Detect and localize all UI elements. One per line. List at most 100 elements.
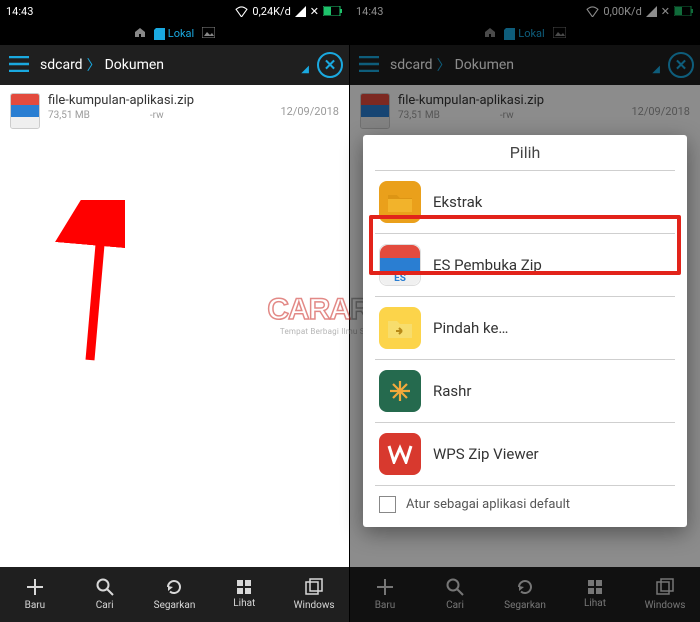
window-tab-bar: Lokal	[350, 22, 700, 45]
es-zip-icon: ES	[379, 244, 421, 286]
picture-icon[interactable]	[202, 27, 215, 41]
nav-search[interactable]: Cari	[70, 567, 140, 622]
nav-label: Lihat	[584, 598, 606, 609]
status-speed: 0,24K/d	[252, 5, 290, 18]
nav-label: Baru	[25, 600, 46, 611]
zip-file-icon	[360, 93, 390, 129]
grid-icon	[588, 580, 602, 594]
nav-label: Baru	[375, 600, 396, 611]
annotation-arrow	[55, 200, 125, 370]
dropdown-triangle-icon[interactable]: ◢	[652, 64, 660, 75]
wifi-icon	[586, 6, 599, 17]
sdcard-icon	[154, 28, 165, 40]
nav-label: Cari	[96, 600, 114, 611]
tab-lokal[interactable]: Lokal	[154, 27, 194, 40]
tab-label: Lokal	[518, 27, 544, 40]
plus-icon: ✕	[310, 5, 319, 18]
nav-label: Cari	[446, 600, 464, 611]
menu-icon[interactable]	[356, 53, 382, 78]
folder-icon	[379, 181, 421, 223]
battery-icon	[323, 6, 343, 16]
file-row[interactable]: file-kumpulan-aplikasi.zip 73,51 MB -rw …	[350, 85, 700, 137]
option-rashr[interactable]: Rashr	[363, 360, 687, 422]
checkbox[interactable]	[379, 496, 396, 513]
set-default-label: Atur sebagai aplikasi default	[406, 497, 570, 512]
file-permissions: -rw	[500, 110, 514, 121]
nav-windows[interactable]: Windows	[279, 567, 349, 622]
window-tab-bar: Lokal	[0, 22, 349, 45]
file-date: 12/09/2018	[631, 105, 690, 118]
file-list: file-kumpulan-aplikasi.zip 73,51 MB -rw …	[0, 85, 349, 567]
set-default-row[interactable]: Atur sebagai aplikasi default	[363, 486, 687, 525]
option-pindah[interactable]: Pindah ke…	[363, 297, 687, 359]
nav-new[interactable]: Baru	[0, 567, 70, 622]
chevron-right-icon: 〉	[437, 55, 451, 75]
tab-lokal[interactable]: Lokal	[504, 27, 544, 40]
nav-new[interactable]: Baru	[350, 567, 420, 622]
close-button[interactable]: ✕	[668, 52, 694, 78]
home-icon[interactable]	[134, 27, 146, 41]
open-with-dialog: Pilih Ekstrak ES ES Pembuka Zip	[363, 135, 687, 527]
nav-label: Segarkan	[504, 600, 546, 611]
app-toolbar: sdcard 〉 Dokumen ◢ ✕	[350, 45, 700, 85]
file-date: 12/09/2018	[280, 105, 339, 118]
signal-icon	[295, 6, 306, 17]
chevron-right-icon: 〉	[87, 55, 101, 75]
menu-icon[interactable]	[6, 53, 32, 78]
status-bar: 14:43 0,24K/d ✕	[0, 0, 349, 22]
option-es-zip[interactable]: ES ES Pembuka Zip	[363, 234, 687, 296]
rashr-icon	[379, 370, 421, 412]
option-ekstrak[interactable]: Ekstrak	[363, 171, 687, 233]
breadcrumb-current[interactable]: Dokumen	[105, 57, 164, 73]
file-permissions: -rw	[150, 110, 164, 121]
screenshot-right: 14:43 0,00K/d ✕ Lokal sdcard 〉	[350, 0, 700, 622]
nav-view[interactable]: Lihat	[560, 567, 630, 622]
status-time: 14:43	[356, 5, 383, 18]
dropdown-triangle-icon[interactable]: ◢	[301, 64, 309, 75]
nav-search[interactable]: Cari	[420, 567, 490, 622]
nav-windows[interactable]: Windows	[630, 567, 700, 622]
file-row[interactable]: file-kumpulan-aplikasi.zip 73,51 MB -rw …	[0, 85, 349, 137]
home-icon[interactable]	[484, 27, 496, 41]
status-time: 14:43	[6, 5, 33, 18]
battery-icon	[674, 6, 694, 16]
screenshot-left: 14:43 0,24K/d ✕ Lokal sdcard 〉	[0, 0, 350, 622]
plus-icon: ✕	[661, 5, 670, 18]
option-wps[interactable]: WPS Zip Viewer	[363, 423, 687, 485]
file-size: 73,51 MB	[48, 110, 90, 121]
nav-label: Windows	[645, 600, 686, 611]
status-speed: 0,00K/d	[603, 5, 641, 18]
option-label: ES Pembuka Zip	[433, 256, 542, 274]
status-bar: 14:43 0,00K/d ✕	[350, 0, 700, 22]
option-label: Rashr	[433, 382, 472, 400]
nav-label: Windows	[294, 600, 335, 611]
breadcrumb-root[interactable]: sdcard	[40, 57, 83, 73]
nav-view[interactable]: Lihat	[209, 567, 279, 622]
option-label: Ekstrak	[433, 193, 482, 211]
nav-refresh[interactable]: Segarkan	[140, 567, 210, 622]
move-icon	[379, 307, 421, 349]
zip-file-icon	[10, 93, 40, 129]
breadcrumb-root[interactable]: sdcard	[390, 57, 433, 73]
wps-icon	[379, 433, 421, 475]
file-name: file-kumpulan-aplikasi.zip	[48, 93, 272, 108]
file-size: 73,51 MB	[398, 110, 440, 121]
option-label: Pindah ke…	[433, 319, 508, 337]
nav-refresh[interactable]: Segarkan	[490, 567, 560, 622]
sdcard-icon	[504, 28, 515, 40]
nav-label: Segarkan	[154, 600, 196, 611]
bottom-nav: Baru Cari Segarkan Lihat Windows	[0, 567, 349, 622]
close-button[interactable]: ✕	[317, 52, 343, 78]
bottom-nav: Baru Cari Segarkan Lihat Windows	[350, 567, 700, 622]
nav-label: Lihat	[233, 598, 255, 609]
file-name: file-kumpulan-aplikasi.zip	[398, 93, 623, 108]
breadcrumb[interactable]: sdcard 〉 Dokumen ◢	[36, 55, 313, 75]
wifi-icon	[235, 6, 248, 17]
picture-icon[interactable]	[553, 27, 566, 41]
grid-icon	[237, 580, 251, 594]
app-toolbar: sdcard 〉 Dokumen ◢ ✕	[0, 45, 349, 85]
breadcrumb[interactable]: sdcard 〉 Dokumen ◢	[386, 55, 664, 75]
tab-label: Lokal	[168, 27, 194, 40]
option-label: WPS Zip Viewer	[433, 445, 539, 463]
breadcrumb-current[interactable]: Dokumen	[455, 57, 514, 73]
